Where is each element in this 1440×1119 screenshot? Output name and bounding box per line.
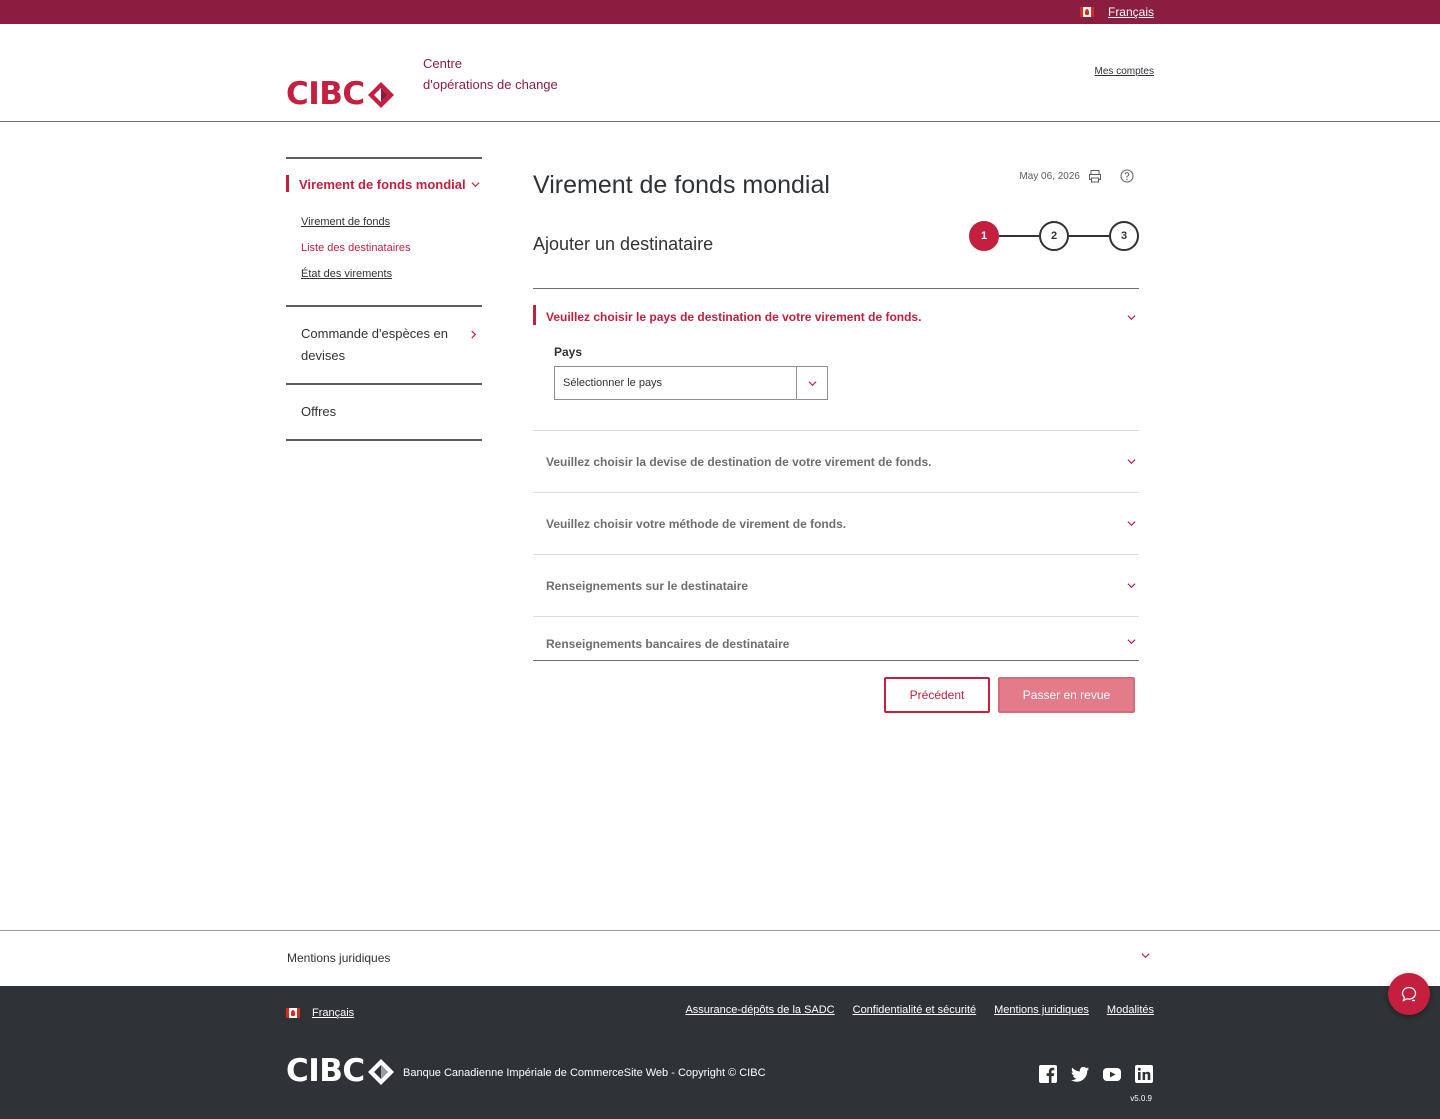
canada-flag-icon: [286, 1008, 300, 1018]
footer-cibc-logo: CIBC: [286, 1056, 395, 1087]
sidebar-nav: Virement de fonds mondial Virement de fo…: [286, 157, 482, 441]
progress-stepper: 1 2 3: [969, 221, 1139, 251]
sidebar-item-cash-order[interactable]: Commande d'espèces en devises: [286, 307, 482, 383]
step-connector: [999, 235, 1039, 237]
sidebar-subitem-status[interactable]: État des virements: [301, 261, 482, 287]
footer-link-terms[interactable]: Modalités: [1107, 1004, 1154, 1016]
facebook-icon[interactable]: [1038, 1064, 1058, 1084]
country-select-value: Sélectionner le pays: [563, 377, 663, 389]
step-3: 3: [1109, 221, 1139, 251]
accordion-title: Veuillez choisir le pays de destination …: [546, 310, 922, 324]
language-switch-footer[interactable]: Français: [286, 1007, 354, 1019]
chevron-down-icon: [807, 379, 817, 388]
chevron-down-icon: [1141, 951, 1150, 960]
accordion-currency: Veuillez choisir la devise de destinatio…: [533, 430, 1139, 492]
accordion-header-recipient-info[interactable]: Renseignements sur le destinataire: [533, 555, 1139, 616]
accordion-title: Renseignements bancaires de destinataire: [546, 637, 790, 651]
footer-link-privacy[interactable]: Confidentialité et sécurité: [853, 1004, 977, 1016]
chevron-down-icon: [1127, 457, 1136, 466]
chat-button[interactable]: [1388, 973, 1430, 1015]
footer-language-link[interactable]: Français: [312, 1007, 354, 1019]
canada-flag-icon: [1079, 7, 1094, 17]
sidebar-item-label: Commande d'espèces en devises: [301, 326, 449, 363]
chevron-down-icon: [471, 180, 480, 189]
review-button[interactable]: Passer en revue: [998, 677, 1135, 713]
centre-title: Centre d'opérations de change: [423, 53, 558, 95]
print-icon[interactable]: [1088, 169, 1102, 183]
top-bar: Français: [0, 0, 1440, 24]
form-actions: Précédent Passer en revue: [884, 677, 1135, 713]
chat-icon: [1400, 985, 1418, 1003]
accordion-header-bank-info[interactable]: Renseignements bancaires de destinataire: [533, 617, 1139, 660]
site-footer: Français Assurance-dépôts de la SADC Con…: [0, 986, 1440, 1119]
accordion-header-country[interactable]: Veuillez choisir le pays de destination …: [533, 289, 1139, 345]
my-accounts-link[interactable]: Mes comptes: [1095, 66, 1154, 77]
youtube-icon[interactable]: [1102, 1064, 1122, 1084]
previous-button[interactable]: Précédent: [884, 677, 990, 713]
legal-mentions-title: Mentions juridiques: [287, 951, 391, 965]
legal-mentions-bar[interactable]: Mentions juridiques: [0, 930, 1440, 986]
sidebar-subitems: Virement de fonds Liste des destinataire…: [286, 209, 482, 305]
footer-link-cdic[interactable]: Assurance-dépôts de la SADC: [685, 1004, 834, 1016]
accordion-body-country: Pays Sélectionner le pays: [533, 345, 1139, 430]
language-switch-top[interactable]: Français: [1079, 5, 1154, 19]
cibc-diamond-icon: [367, 81, 395, 109]
step-1: 1: [969, 221, 999, 251]
chevron-right-icon: [469, 330, 478, 339]
sidebar-subitem-recipients[interactable]: Liste des destinataires: [301, 235, 482, 261]
logo-text: CIBC: [286, 76, 365, 112]
country-select[interactable]: Sélectionner le pays: [554, 366, 828, 400]
sidebar-divider: [286, 439, 482, 441]
sidebar-item-global-transfer[interactable]: Virement de fonds mondial: [286, 159, 482, 209]
language-link[interactable]: Français: [1108, 5, 1154, 19]
page-title: Virement de fonds mondial: [533, 171, 830, 199]
centre-title-line1: Centre: [423, 56, 463, 71]
chevron-down-icon: [1127, 637, 1136, 646]
accordion-method: Veuillez choisir votre méthode de vireme…: [533, 492, 1139, 554]
footer-copyright: Banque Canadienne Impériale de CommerceS…: [403, 1067, 766, 1079]
date-toolbar: May 06, 2026: [1019, 169, 1134, 183]
chevron-down-icon: [1127, 581, 1136, 590]
sidebar-item-label: Virement de fonds mondial: [299, 176, 466, 192]
footer-links: Assurance-dépôts de la SADC Confidential…: [685, 1004, 1154, 1016]
accordion-bank-info: Renseignements bancaires de destinataire: [533, 616, 1139, 660]
social-links: [1038, 1064, 1154, 1084]
accordion-recipient-info: Renseignements sur le destinataire: [533, 554, 1139, 616]
country-label: Pays: [554, 345, 583, 359]
site-header: CIBC Centre d'opérations de change Mes c…: [0, 24, 1440, 122]
chevron-down-icon: [1127, 313, 1136, 322]
accordion-title: Veuillez choisir la devise de destinatio…: [546, 454, 932, 469]
centre-title-line2: d'opérations de change: [423, 77, 558, 92]
chevron-down-icon: [1127, 519, 1136, 528]
step-2: 2: [1039, 221, 1069, 251]
footer-link-legal[interactable]: Mentions juridiques: [994, 1004, 1089, 1016]
linkedin-icon[interactable]: [1134, 1064, 1154, 1084]
sidebar-section-orders: Commande d'espèces en devises: [286, 305, 482, 383]
sidebar-section-transfers: Virement de fonds mondial Virement de fo…: [286, 157, 482, 305]
cibc-diamond-icon: [367, 1058, 395, 1086]
sidebar-item-offers[interactable]: Offres: [286, 385, 482, 439]
sidebar-item-label: Offres: [301, 404, 337, 419]
help-icon[interactable]: [1120, 169, 1134, 183]
accordion-title: Veuillez choisir votre méthode de vireme…: [546, 516, 847, 531]
select-toggle[interactable]: [796, 367, 827, 399]
accordion-header-currency[interactable]: Veuillez choisir la devise de destinatio…: [533, 431, 1139, 492]
sidebar-section-offers: Offres: [286, 383, 482, 439]
cibc-logo[interactable]: CIBC: [286, 79, 395, 110]
accordion-title: Renseignements sur le destinataire: [546, 578, 749, 593]
twitter-icon[interactable]: [1070, 1064, 1090, 1084]
recipient-accordion: Veuillez choisir le pays de destination …: [533, 288, 1139, 661]
app-version: v5.0.9: [1130, 1094, 1152, 1103]
accordion-country: Veuillez choisir le pays de destination …: [533, 289, 1139, 430]
sidebar-subitem-transfer[interactable]: Virement de fonds: [301, 209, 482, 235]
current-date: May 06, 2026: [1019, 170, 1080, 182]
footer-logo-text: CIBC: [286, 1053, 365, 1089]
section-subtitle: Ajouter un destinataire: [533, 234, 714, 254]
accordion-header-method[interactable]: Veuillez choisir votre méthode de vireme…: [533, 493, 1139, 554]
step-connector: [1069, 235, 1109, 237]
